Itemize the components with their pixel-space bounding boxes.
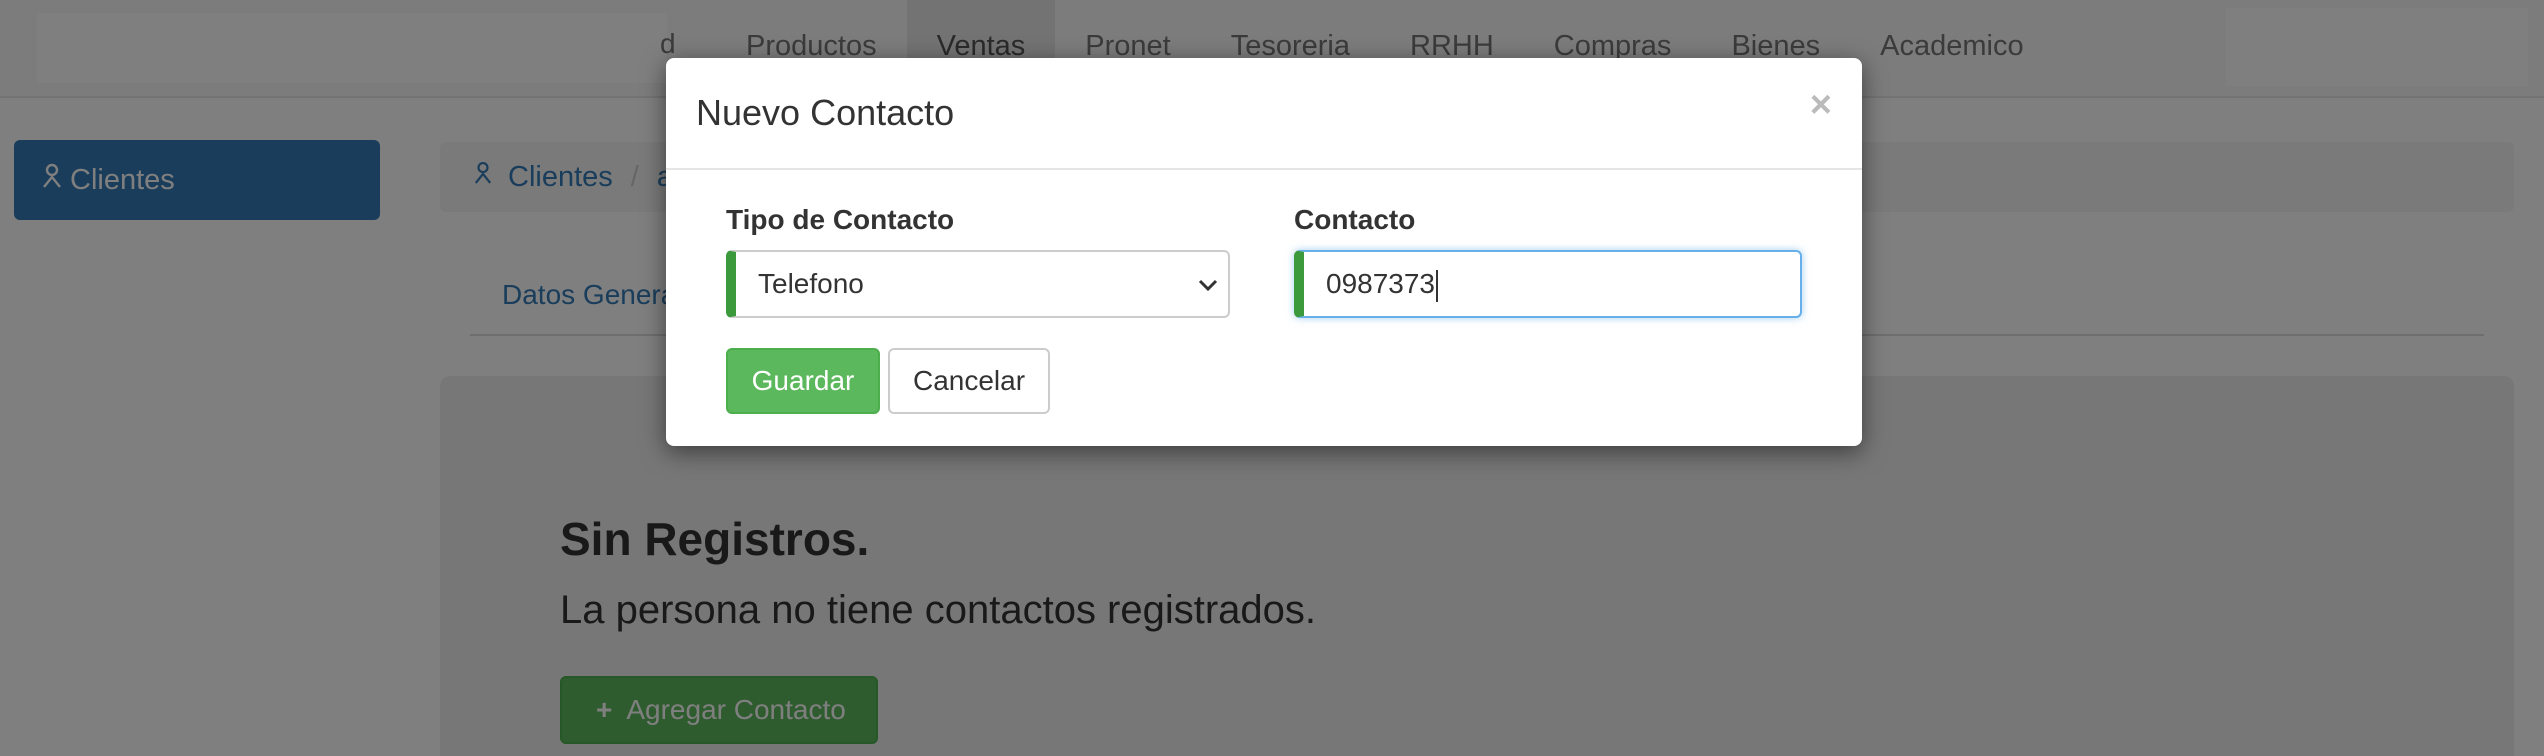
close-icon[interactable]: × bbox=[1810, 86, 1832, 124]
new-contact-modal: Nuevo Contacto × Tipo de Contacto Telefo… bbox=[666, 58, 1862, 446]
modal-title: Nuevo Contacto bbox=[696, 92, 955, 133]
cancel-button[interactable]: Cancelar bbox=[888, 348, 1050, 414]
contact-type-label: Tipo de Contacto bbox=[726, 204, 955, 235]
contact-input-value: 0987373 bbox=[1326, 268, 1438, 299]
contact-type-select[interactable]: Telefono bbox=[726, 250, 1230, 318]
save-button[interactable]: Guardar bbox=[726, 348, 880, 414]
contact-type-value: Telefono bbox=[758, 268, 864, 299]
modal-header: Nuevo Contacto × bbox=[666, 58, 1862, 170]
contact-input[interactable]: 0987373 bbox=[1294, 250, 1802, 318]
chevron-down-icon bbox=[1198, 252, 1218, 316]
contact-field-label: Contacto bbox=[1294, 204, 1416, 235]
